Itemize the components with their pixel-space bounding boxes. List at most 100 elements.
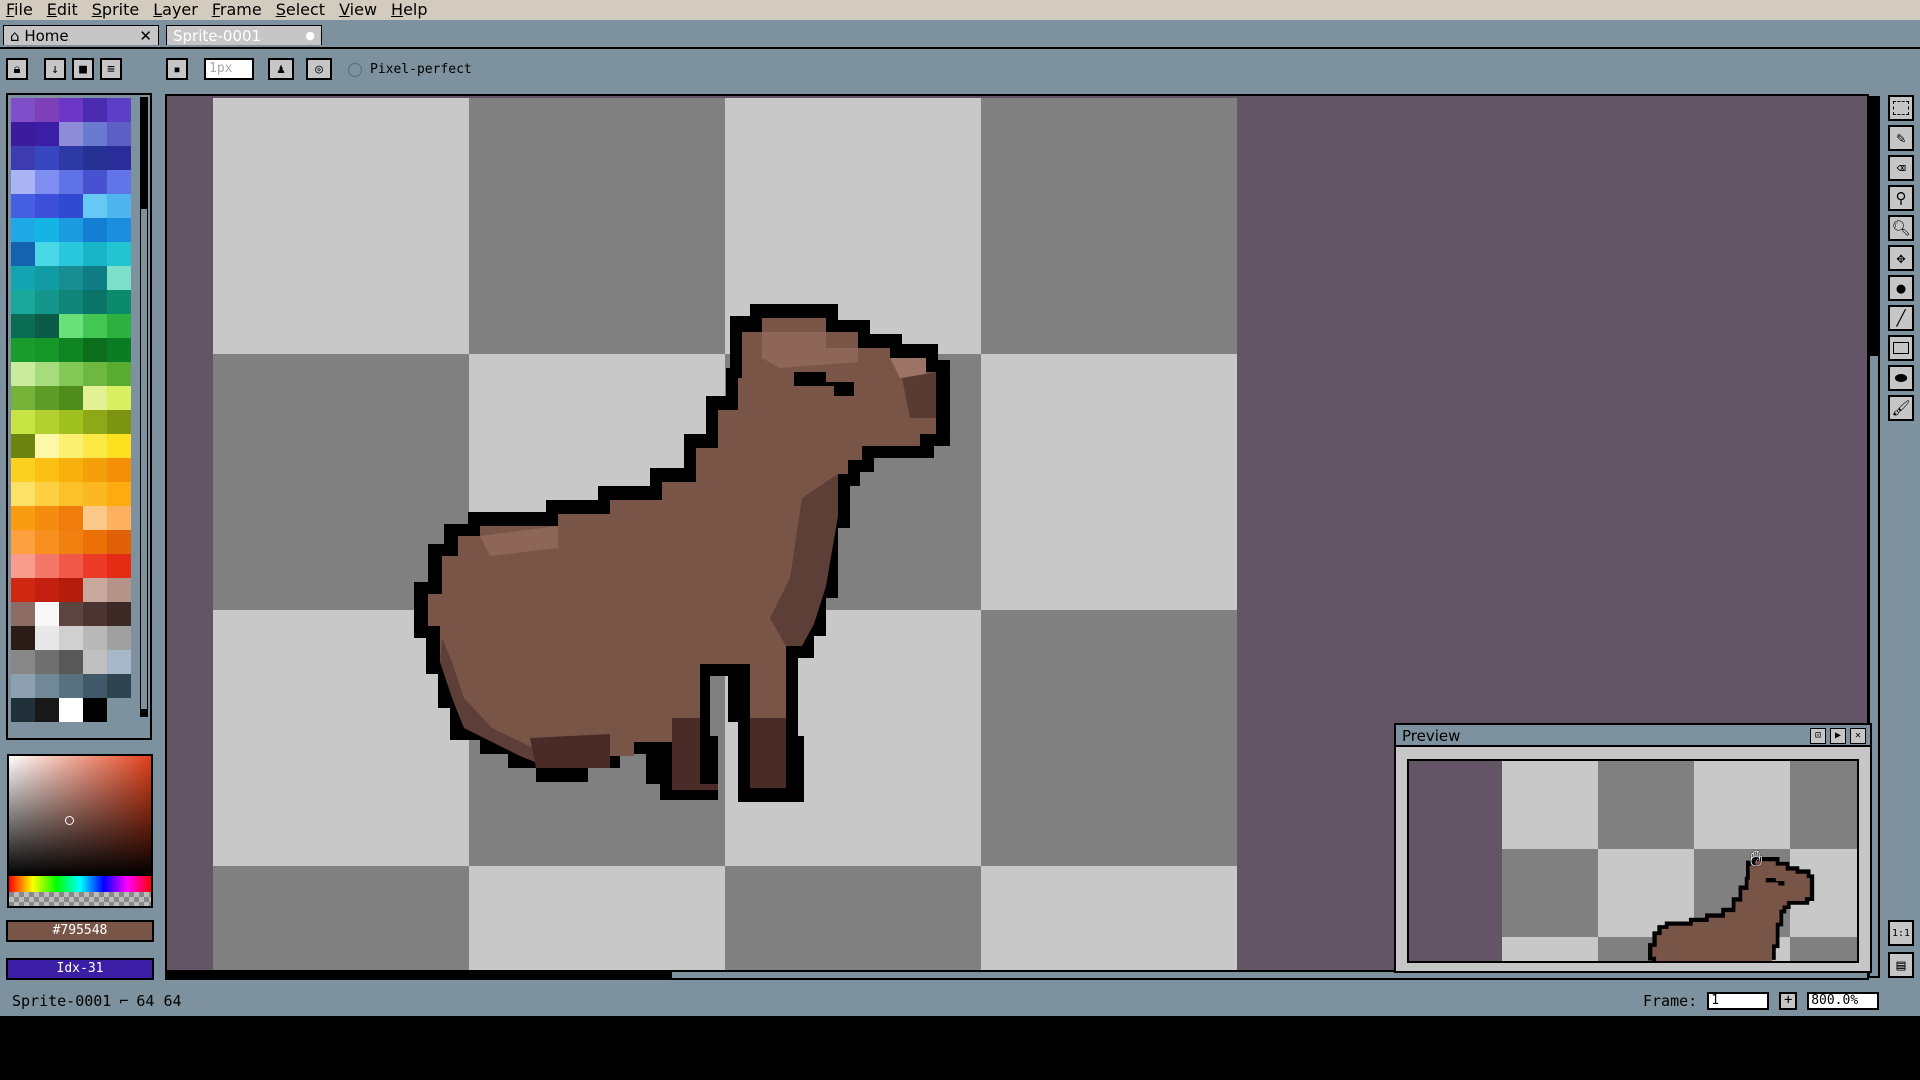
rectangle-tool-button[interactable] <box>1888 335 1914 361</box>
palette-swatch[interactable] <box>59 650 83 674</box>
palette-swatch[interactable] <box>107 410 131 434</box>
new-frame-button[interactable]: + <box>1779 992 1798 1010</box>
blur-tool-button[interactable]: 🖌︎ <box>1888 395 1914 421</box>
palette-swatch[interactable] <box>83 242 107 266</box>
palette-swatch[interactable] <box>59 554 83 578</box>
palette-swatch[interactable] <box>35 554 59 578</box>
palette-swatch[interactable] <box>59 170 83 194</box>
palette-swatch[interactable] <box>83 314 107 338</box>
palette-swatch[interactable] <box>107 314 131 338</box>
palette-swatch[interactable] <box>11 650 35 674</box>
timeline-toggle-button[interactable]: ▤ <box>1888 952 1914 978</box>
palette-swatch[interactable] <box>35 482 59 506</box>
palette-swatch[interactable] <box>11 410 35 434</box>
palette-swatch[interactable] <box>107 290 131 314</box>
palette-swatch[interactable] <box>107 674 131 698</box>
palette-swatch[interactable] <box>83 482 107 506</box>
palette-swatch[interactable] <box>35 602 59 626</box>
brush-type-button[interactable]: ■ <box>166 58 188 80</box>
marquee-tool-button[interactable] <box>1888 95 1914 121</box>
palette-swatch[interactable] <box>35 266 59 290</box>
palette-swatch[interactable] <box>35 146 59 170</box>
move-tool-button[interactable]: ✥ <box>1888 245 1914 271</box>
hue-slider[interactable] <box>9 876 151 892</box>
palette-swatch[interactable] <box>35 386 59 410</box>
palette-swatch[interactable] <box>83 98 107 122</box>
palette-scrollbar[interactable] <box>140 97 148 717</box>
tab-sprite[interactable]: Sprite-0001 ● <box>166 25 322 45</box>
palette-swatch[interactable] <box>11 314 35 338</box>
palette-swatch[interactable] <box>11 698 35 722</box>
palette-swatch[interactable] <box>83 146 107 170</box>
palette-swatch[interactable] <box>107 530 131 554</box>
palette-swatch[interactable] <box>35 290 59 314</box>
palette-swatch[interactable] <box>11 218 35 242</box>
palette-swatch[interactable] <box>107 146 131 170</box>
menu-edit[interactable]: Edit <box>41 0 86 20</box>
palette-swatch[interactable] <box>11 242 35 266</box>
preview-title-bar[interactable]: Preview <box>1396 725 1870 747</box>
palette-swatch[interactable] <box>59 458 83 482</box>
menu-select[interactable]: Select <box>270 0 333 20</box>
palette-swatch[interactable] <box>11 338 35 362</box>
palette-swatch[interactable] <box>83 434 107 458</box>
menu-file[interactable]: File <box>0 0 41 20</box>
palette-swatch[interactable] <box>83 602 107 626</box>
palette-swatch[interactable] <box>59 410 83 434</box>
palette-swatch[interactable] <box>59 434 83 458</box>
palette-swatch[interactable] <box>11 266 35 290</box>
palette-swatch[interactable] <box>11 674 35 698</box>
palette-swatch[interactable] <box>83 170 107 194</box>
saturation-value-area[interactable] <box>9 756 151 876</box>
palette-swatch[interactable] <box>11 194 35 218</box>
palette-swatch[interactable] <box>59 530 83 554</box>
palette-swatch[interactable] <box>107 578 131 602</box>
pixel-perfect-checkbox[interactable] <box>348 62 362 77</box>
menu-frame[interactable]: Frame <box>206 0 270 20</box>
palette-swatch[interactable] <box>107 170 131 194</box>
sort-palette-button[interactable]: ↓ <box>44 58 66 80</box>
palette-swatch[interactable] <box>107 434 131 458</box>
palette-swatch[interactable] <box>11 554 35 578</box>
palette-swatch[interactable] <box>11 98 35 122</box>
eyedropper-tool-button[interactable]: ⚲ <box>1888 185 1914 211</box>
sprite-canvas[interactable] <box>213 98 1237 978</box>
palette-swatch[interactable] <box>35 434 59 458</box>
palette-index-field[interactable]: Idx-31 <box>6 958 154 980</box>
preview-close-button[interactable]: ✕ <box>1850 728 1866 744</box>
palette-swatch[interactable] <box>107 98 131 122</box>
alpha-slider[interactable] <box>9 892 151 906</box>
palette-swatch[interactable] <box>107 362 131 386</box>
palette-swatch[interactable] <box>35 698 59 722</box>
palette-swatch[interactable] <box>107 122 131 146</box>
palette-swatch[interactable] <box>107 554 131 578</box>
palette-swatch[interactable] <box>107 218 131 242</box>
palette-swatch[interactable] <box>83 554 107 578</box>
palette-swatch[interactable] <box>35 194 59 218</box>
palette-swatch[interactable] <box>59 122 83 146</box>
palette-swatch[interactable] <box>83 458 107 482</box>
color-marker[interactable] <box>65 816 74 825</box>
zoom-reset-button[interactable]: 1:1 <box>1888 920 1914 946</box>
opacity-button[interactable]: ◎ <box>306 58 332 80</box>
palette-swatch[interactable] <box>59 194 83 218</box>
palette-swatch[interactable] <box>35 338 59 362</box>
palette-swatch[interactable] <box>107 626 131 650</box>
palette-swatch[interactable] <box>35 170 59 194</box>
palette-swatch[interactable] <box>83 578 107 602</box>
hex-color-field[interactable]: #795548 <box>6 920 154 942</box>
palette-swatch[interactable] <box>59 626 83 650</box>
palette-swatch[interactable] <box>59 314 83 338</box>
palette-swatch[interactable] <box>35 578 59 602</box>
fill-tool-button[interactable]: ● <box>1888 275 1914 301</box>
palette-swatch[interactable] <box>59 218 83 242</box>
palette-swatch[interactable] <box>83 218 107 242</box>
palette-swatch[interactable] <box>59 242 83 266</box>
palette-swatch[interactable] <box>83 698 107 722</box>
palette-swatch[interactable] <box>83 122 107 146</box>
palette-swatch[interactable] <box>59 146 83 170</box>
palette-swatch[interactable] <box>11 170 35 194</box>
palette-swatch[interactable] <box>59 386 83 410</box>
palette-swatch[interactable] <box>35 122 59 146</box>
palette-swatch[interactable] <box>107 386 131 410</box>
